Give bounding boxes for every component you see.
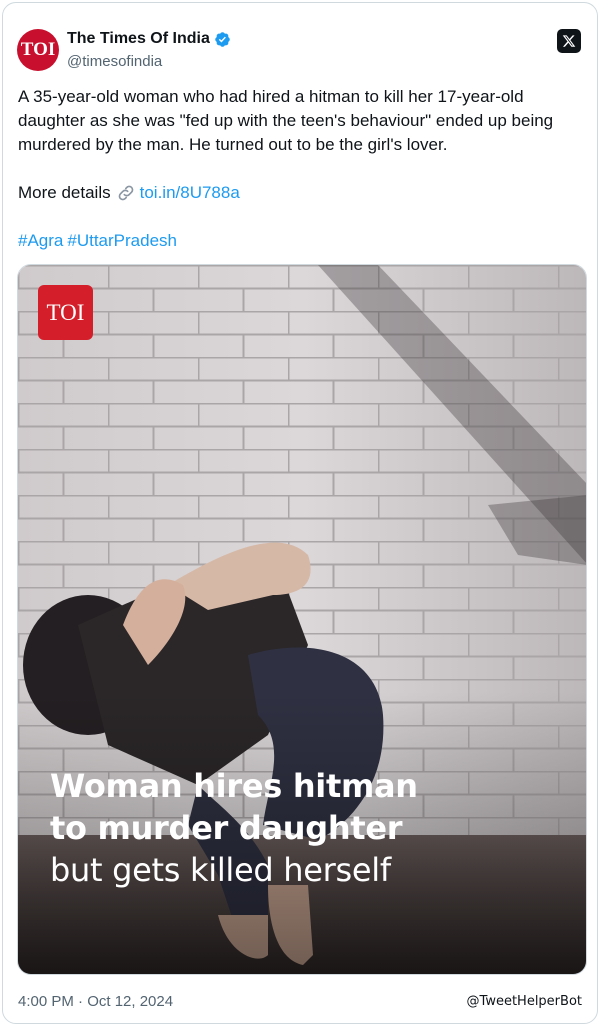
avatar-text: TOI xyxy=(20,39,56,60)
verified-badge-icon xyxy=(215,31,230,47)
link-icon xyxy=(118,185,133,201)
tweet-card: TOI The Times Of India @timesofindia A 3… xyxy=(2,2,598,1024)
details-link[interactable]: toi.in/8U788a xyxy=(140,181,240,205)
hashtag-uttarpradesh[interactable]: #UttarPradesh xyxy=(67,231,177,250)
tweet-text: A 35-year-old woman who had hired a hitm… xyxy=(18,87,554,154)
headline-line-2: to murder daughter xyxy=(50,809,403,847)
avatar[interactable]: TOI xyxy=(17,29,59,71)
toi-badge-logo: TOI xyxy=(38,285,93,340)
details-label: More details xyxy=(18,183,111,202)
x-logo-icon[interactable] xyxy=(557,29,581,53)
headline-line-3: but gets killed herself xyxy=(50,851,391,889)
hashtags: #Agra #UttarPradesh xyxy=(18,229,181,253)
credit-watermark: @TweetHelperBot xyxy=(466,994,582,1009)
headline-line-1: Woman hires hitman xyxy=(50,767,418,805)
tweet-media-image[interactable]: TOI Woman hires hitman to murder daughte… xyxy=(17,264,587,975)
author-name-row: The Times Of India xyxy=(67,30,231,48)
hashtag-agra[interactable]: #Agra xyxy=(18,231,63,250)
toi-badge-text: TOI xyxy=(46,299,85,325)
x-logo-glyph xyxy=(562,35,576,47)
author-display-name[interactable]: The Times Of India xyxy=(67,30,210,48)
tweet-timestamp[interactable]: 4:00 PM · Oct 12, 2024 xyxy=(18,993,173,1010)
author-handle[interactable]: @timesofindia xyxy=(67,53,162,70)
details-row: More details toi.in/8U788a xyxy=(18,181,240,205)
media-headline: Woman hires hitman to murder daughter bu… xyxy=(50,765,418,891)
